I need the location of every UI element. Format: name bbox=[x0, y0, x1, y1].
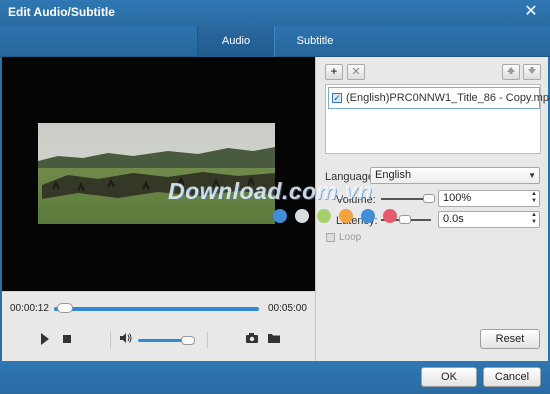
camera-icon[interactable] bbox=[244, 332, 260, 348]
tab-subtitle[interactable]: Subtitle bbox=[275, 26, 355, 57]
title-bar: Edit Audio/Subtitle ✕ bbox=[0, 0, 550, 26]
cancel-button[interactable]: Cancel bbox=[483, 367, 541, 387]
audio-track-list: ✓ (English)PRC0NNW1_Title_86 - Copy.mp4 bbox=[325, 84, 550, 154]
total-time: 00:05:00 bbox=[268, 303, 307, 314]
volume-value: 100% bbox=[443, 192, 472, 204]
arrow-down-icon[interactable] bbox=[523, 64, 541, 80]
watermark-dot bbox=[317, 209, 331, 223]
watermark: Download.com.vn bbox=[168, 178, 373, 204]
audio-volume-handle[interactable] bbox=[423, 194, 435, 203]
chevron-down-icon: ▼ bbox=[528, 171, 536, 180]
watermark-dot bbox=[361, 209, 375, 223]
divider bbox=[207, 332, 208, 348]
reset-button[interactable]: Reset bbox=[480, 329, 540, 349]
watermark-dot bbox=[339, 209, 353, 223]
arrow-up-icon[interactable] bbox=[502, 64, 520, 80]
progress-bar[interactable] bbox=[54, 307, 259, 311]
stop-icon[interactable] bbox=[59, 333, 75, 349]
player-controls: 00:00:12 00:05:00 bbox=[2, 291, 315, 361]
current-time: 00:00:12 bbox=[10, 303, 49, 314]
ok-button[interactable]: OK bbox=[421, 367, 477, 387]
video-preview bbox=[2, 57, 315, 291]
track-name: (English)PRC0NNW1_Title_86 - Copy.mp4 bbox=[346, 92, 550, 104]
language-select[interactable]: English ▼ bbox=[370, 167, 540, 184]
video-frame bbox=[38, 123, 275, 224]
tab-bar: Audio Subtitle bbox=[0, 26, 550, 57]
spin-arrows-icon[interactable]: ▲ ▼ bbox=[531, 212, 537, 226]
tab-audio[interactable]: Audio bbox=[197, 26, 275, 57]
watermark-dot bbox=[273, 209, 287, 223]
volume-spinbox[interactable]: 100% ▲ ▼ bbox=[438, 190, 540, 207]
progress-handle[interactable] bbox=[57, 303, 73, 313]
latency-value: 0.0s bbox=[443, 213, 464, 225]
folder-icon[interactable] bbox=[266, 332, 282, 348]
speaker-icon[interactable] bbox=[118, 332, 134, 348]
remove-track-button[interactable]: ✕ bbox=[347, 64, 365, 80]
window-title: Edit Audio/Subtitle bbox=[8, 5, 115, 19]
divider bbox=[110, 332, 111, 348]
close-icon[interactable]: ✕ bbox=[522, 3, 540, 21]
language-value: English bbox=[375, 169, 412, 181]
volume-handle[interactable] bbox=[181, 336, 195, 345]
watermark-dot bbox=[383, 209, 397, 223]
watermark-dots bbox=[273, 209, 413, 225]
loop-label: Loop bbox=[339, 232, 362, 243]
loop-checkbox[interactable] bbox=[326, 233, 335, 242]
add-track-button[interactable]: + bbox=[325, 64, 343, 80]
video-frame-image bbox=[38, 123, 275, 224]
track-checkbox[interactable]: ✓ bbox=[332, 93, 342, 103]
watermark-dot bbox=[295, 209, 309, 223]
bottom-bar: OK Cancel bbox=[0, 361, 550, 394]
spin-arrows-icon[interactable]: ▲ ▼ bbox=[531, 191, 537, 205]
latency-spinbox[interactable]: 0.0s ▲ ▼ bbox=[438, 211, 540, 228]
list-item[interactable]: ✓ (English)PRC0NNW1_Title_86 - Copy.mp4 bbox=[328, 87, 550, 109]
play-icon[interactable] bbox=[37, 333, 53, 349]
